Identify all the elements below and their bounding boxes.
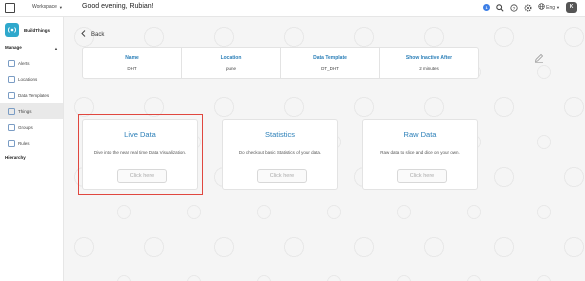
sidebar-item-things[interactable]: Things <box>0 103 63 119</box>
chevron-down-icon: ▼ <box>556 5 560 10</box>
sidebar-item-label: Locations <box>18 76 38 82</box>
sidebar-item-groups[interactable]: Groups <box>0 119 63 135</box>
section-manage[interactable]: Manage <box>5 45 22 50</box>
language-label: Eng <box>546 4 556 11</box>
sidebar-item-rules[interactable]: Rules <box>0 135 63 151</box>
info-label: Location <box>220 55 242 61</box>
card-description: Raw data to slice and dice on your own. <box>380 150 460 155</box>
info-value: 2 minutes <box>419 66 439 71</box>
info-name: Name DHT <box>83 48 182 78</box>
brand-name: BuildThings <box>24 27 50 33</box>
info-data-template: Data Template DT_DHT <box>281 48 380 78</box>
svg-text:?: ? <box>513 5 516 11</box>
sidebar-item-label: Things <box>18 108 32 114</box>
top-right-actions: 1 ? Eng ▼ K <box>483 2 577 13</box>
section-hierarchy[interactable]: Hierarchy <box>5 155 26 160</box>
info-label: Name <box>125 55 139 61</box>
sidebar-item-alerts[interactable]: Alerts <box>0 55 63 71</box>
avatar[interactable]: K <box>566 2 577 13</box>
info-location: Location pune <box>182 48 281 78</box>
rules-icon <box>8 139 15 147</box>
brand-logo-icon <box>5 23 19 37</box>
sidebar-item-label: Groups <box>18 124 33 130</box>
things-icon <box>8 107 15 115</box>
sidebar-nav: Alerts Locations Data Templates Things G… <box>0 55 63 151</box>
sidebar-item-locations[interactable]: Locations <box>0 71 63 87</box>
card-title: Raw Data <box>403 130 437 139</box>
bell-icon <box>8 59 15 67</box>
groups-icon <box>8 123 15 131</box>
help-icon[interactable]: ? <box>510 3 518 12</box>
search-icon[interactable] <box>496 3 504 12</box>
thing-info-card: Name DHT Location pune Data Template DT_… <box>82 47 479 79</box>
notification-badge[interactable]: 1 <box>483 4 491 11</box>
card-title: Statistics <box>264 130 295 139</box>
info-value: DHT <box>127 66 137 71</box>
chevron-left-icon <box>81 30 86 39</box>
raw-data-card[interactable]: Raw Data Raw data to slice and dice on y… <box>362 119 478 190</box>
workspace-selector[interactable]: Workspace ▼ <box>32 4 63 10</box>
back-label: Back <box>91 31 105 38</box>
chevron-up-icon[interactable]: ▲ <box>54 46 58 51</box>
raw-data-click-button[interactable]: Click here <box>397 169 447 183</box>
edit-icon[interactable] <box>534 50 544 68</box>
greeting-text: Good evening, Rubian! <box>82 3 154 10</box>
globe-icon <box>538 3 545 12</box>
info-show-inactive: Show Inactive After 2 minutes <box>380 48 478 78</box>
info-value: pune <box>225 66 236 71</box>
info-value: DT_DHT <box>321 66 339 71</box>
app-menu-icon[interactable] <box>5 3 15 13</box>
info-label: Data Template <box>313 55 347 61</box>
template-icon <box>8 91 15 99</box>
chevron-down-icon: ▼ <box>58 4 63 10</box>
top-bar: Workspace ▼ Good evening, Rubian! 1 ? En… <box>0 0 585 17</box>
sidebar-item-data-templates[interactable]: Data Templates <box>0 87 63 103</box>
back-button[interactable]: Back <box>81 30 104 39</box>
card-description: Do checkout basic Statistics of your dat… <box>238 150 322 155</box>
sidebar: BuildThings Manage ▲ Alerts Locations Da… <box>0 17 64 281</box>
statistics-card[interactable]: Statistics Do checkout basic Statistics … <box>222 119 338 190</box>
main-content: Back Name DHT Location pune Data Templat… <box>64 17 585 281</box>
statistics-click-button[interactable]: Click here <box>257 169 307 183</box>
language-selector[interactable]: Eng ▼ <box>538 3 560 12</box>
brand[interactable]: BuildThings <box>5 23 50 37</box>
workspace-label: Workspace <box>32 4 57 10</box>
selection-highlight <box>78 114 203 195</box>
info-label: Show Inactive After <box>405 55 453 61</box>
gear-icon[interactable] <box>524 4 532 12</box>
sidebar-item-label: Rules <box>18 140 30 146</box>
sidebar-item-label: Alerts <box>18 60 30 66</box>
location-icon <box>8 75 15 83</box>
sidebar-item-label: Data Templates <box>18 92 50 98</box>
